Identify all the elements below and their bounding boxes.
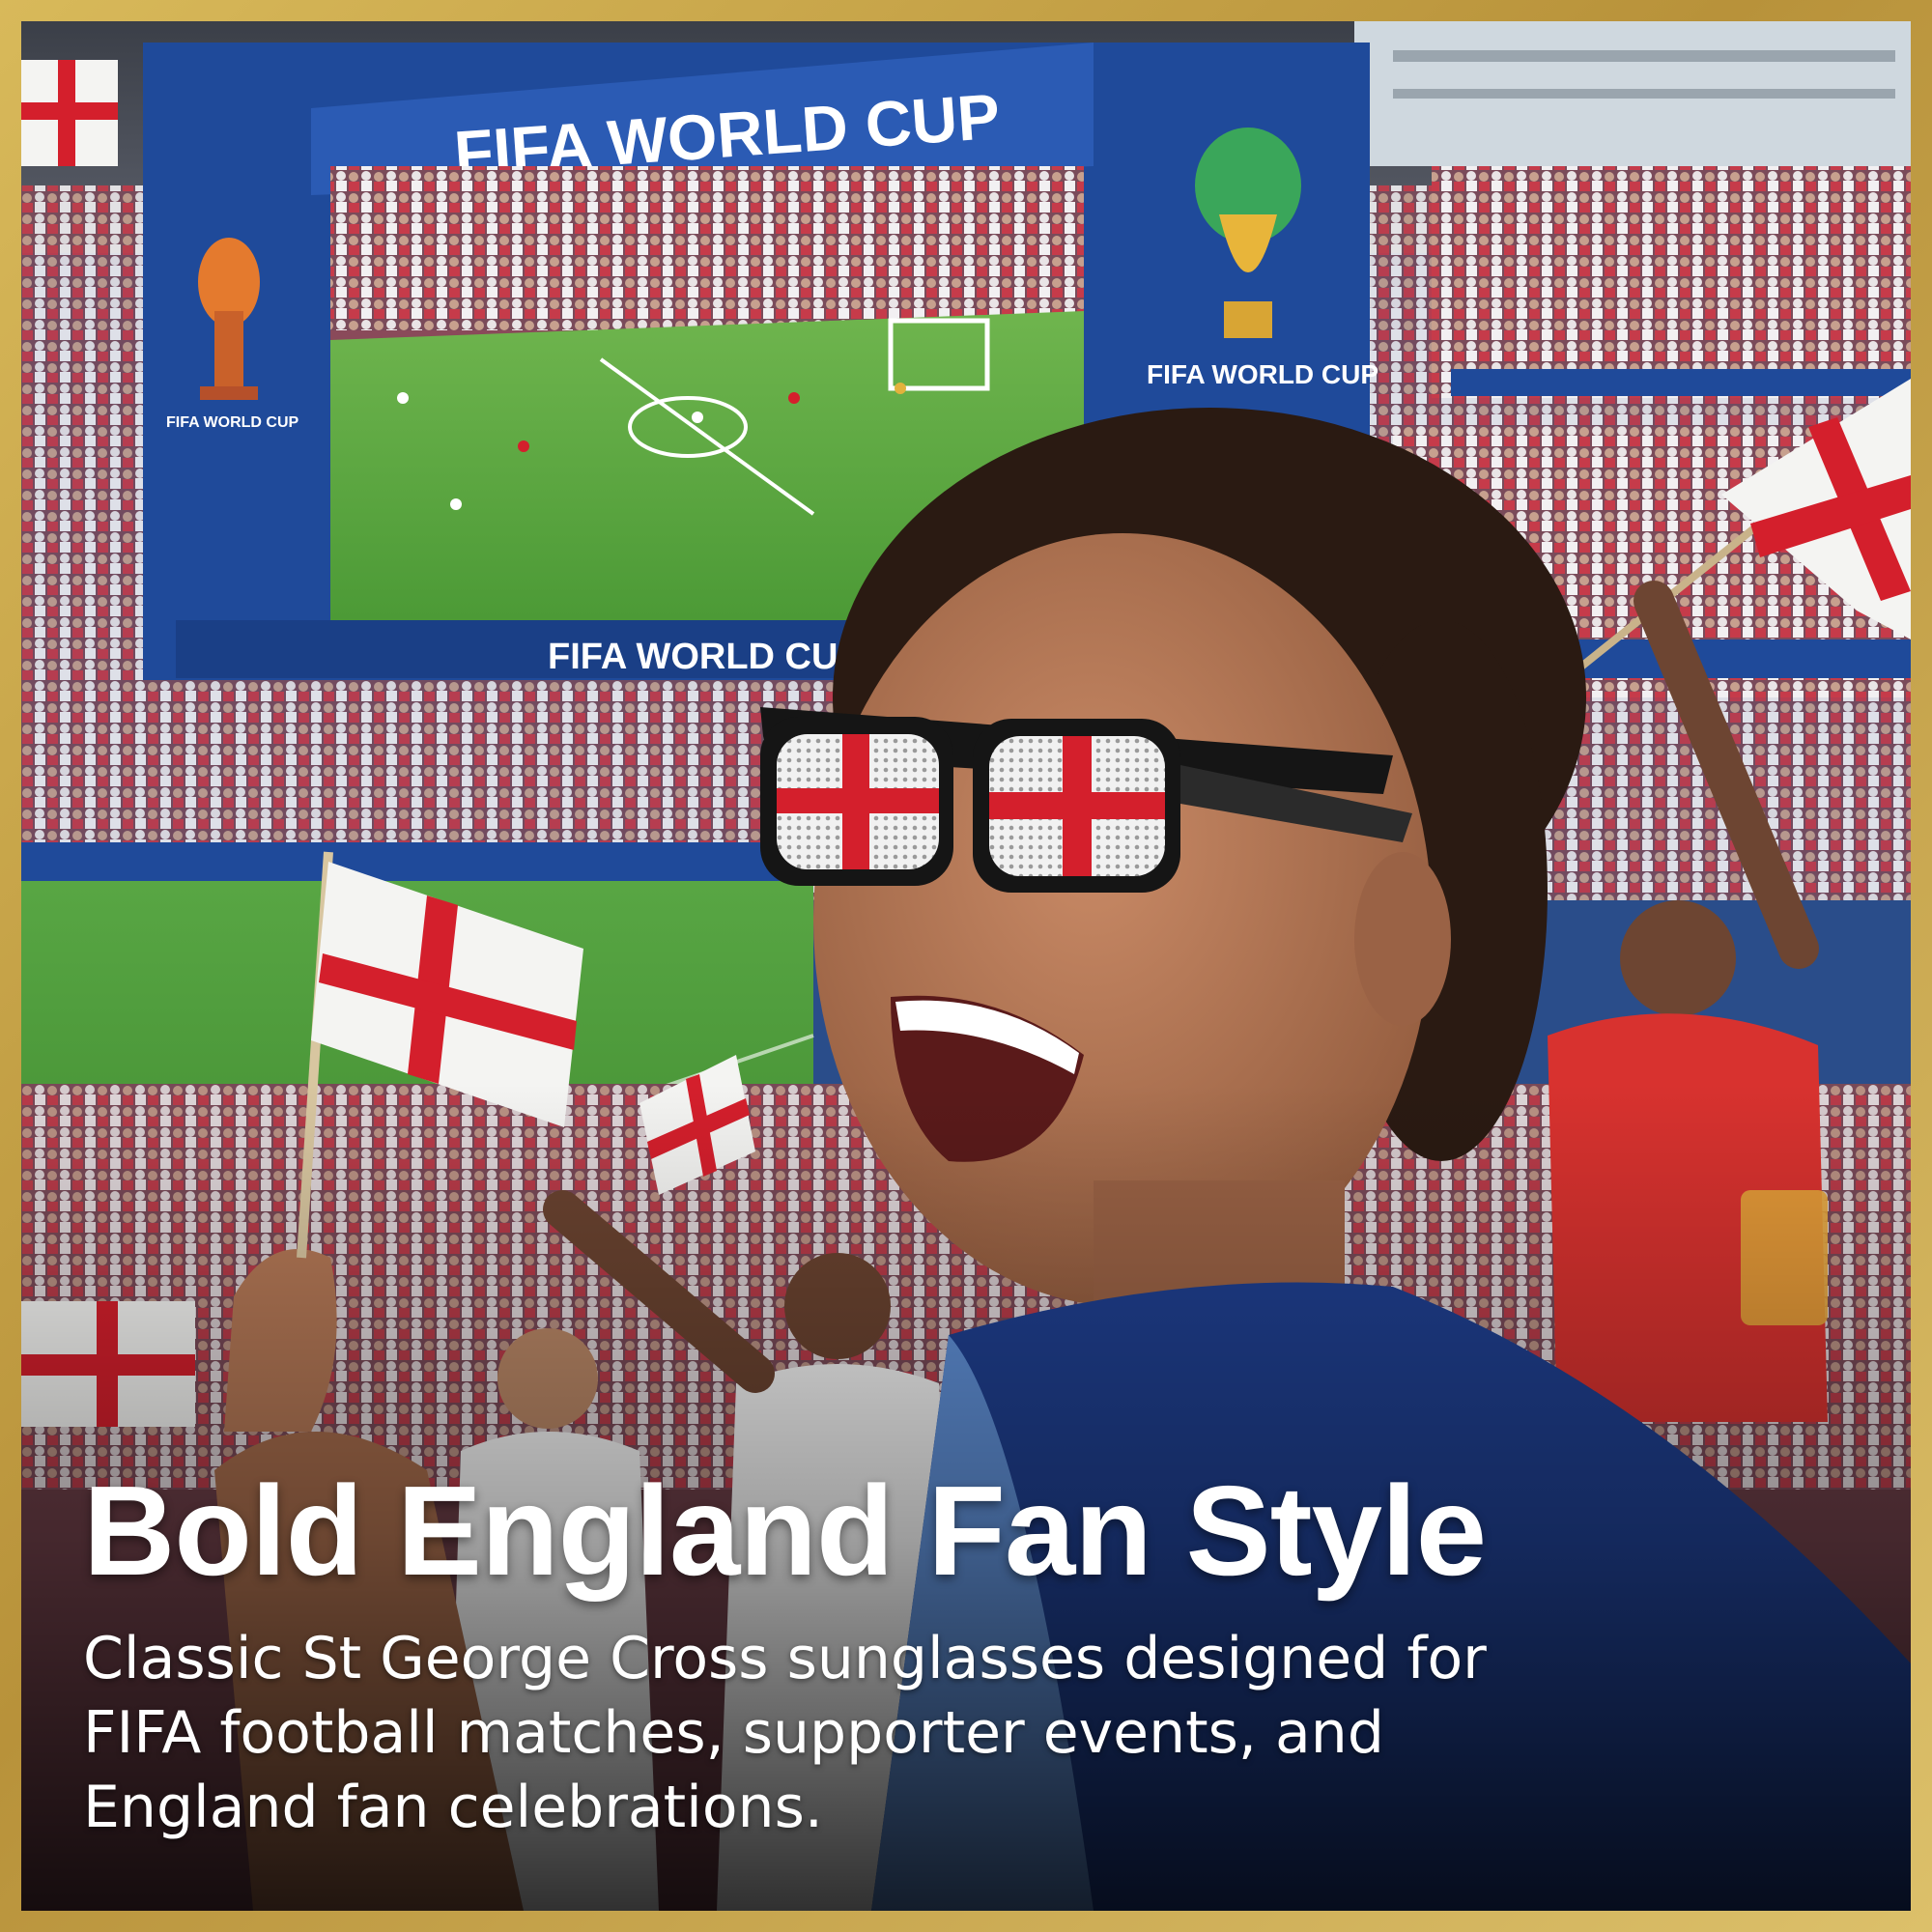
banner-bottom-text: FIFA WORLD CUP: [548, 637, 863, 677]
subtext: Classic St George Cross sunglasses desig…: [83, 1625, 1487, 1841]
headline: Bold England Fan Style: [83, 1460, 1487, 1602]
caption-block: Bold England Fan Style Classic St George…: [83, 1463, 1725, 1845]
left-panel-text: FIFA WORLD CUP: [166, 414, 299, 431]
right-panel-text: FIFA WORLD CUP: [1147, 359, 1378, 389]
